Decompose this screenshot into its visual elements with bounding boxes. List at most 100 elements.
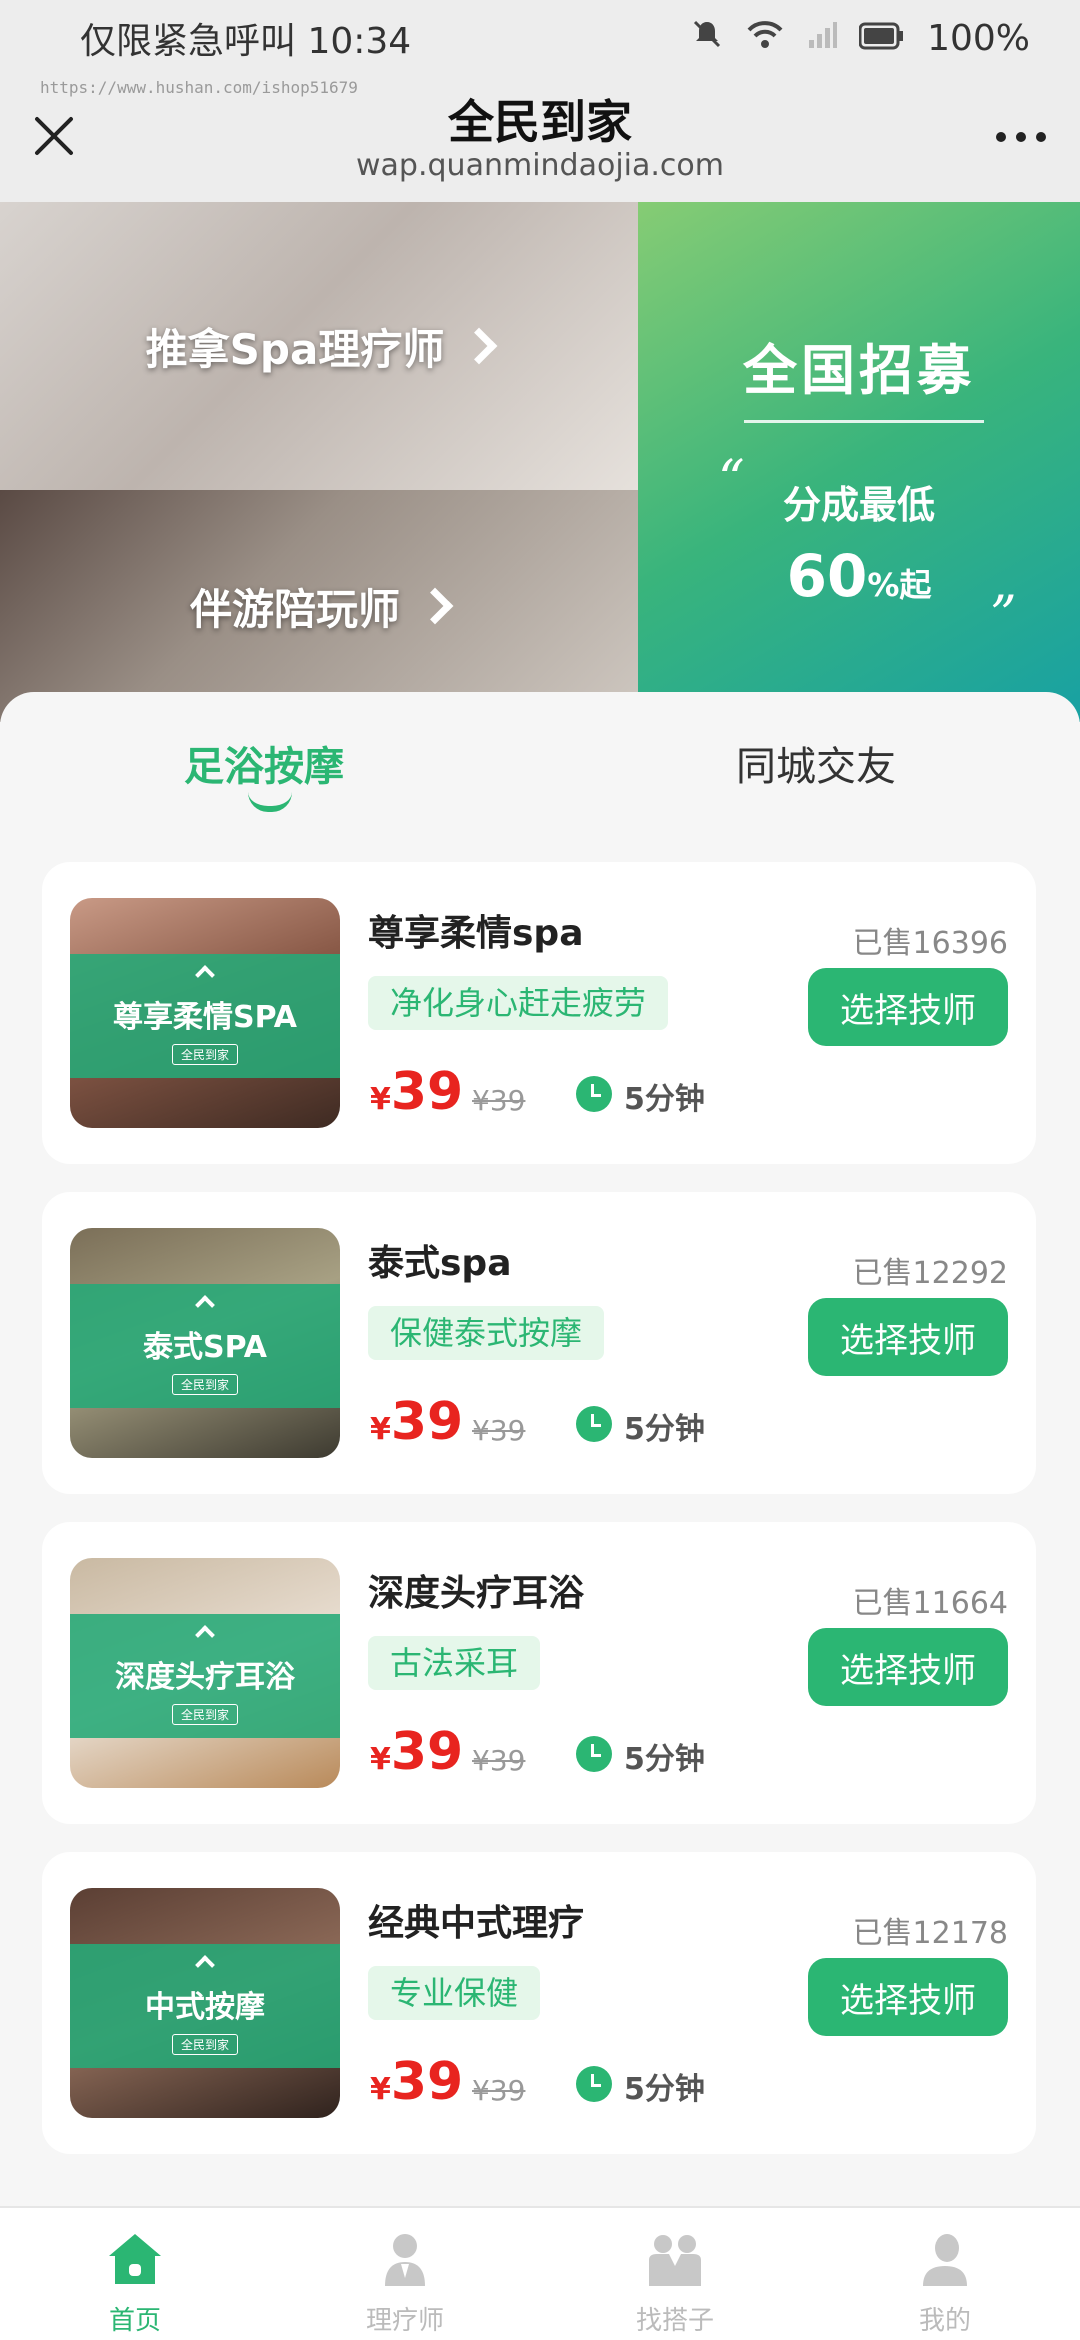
service-name: 尊享柔情spa — [368, 913, 584, 954]
page-title: 全民到家 — [448, 95, 632, 149]
recruit-divider — [744, 420, 984, 423]
service-thumbnail[interactable]: 中式按摩 全民到家 — [70, 1888, 340, 2118]
bottom-tab-bar: 首页 理疗师 找搭子 我的 — [0, 2206, 1080, 2340]
original-price: ¥39 — [472, 1084, 526, 1117]
chevron-right-icon — [416, 587, 454, 625]
battery-percent: 100% — [927, 17, 1030, 59]
tab-city-friends[interactable]: 同城交友 — [736, 734, 896, 792]
therapist-icon — [385, 2234, 425, 2286]
page-url: wap.quanmindaojia.com — [356, 148, 724, 183]
tab-foot-massage[interactable]: 足浴按摩 — [184, 734, 344, 792]
service-duration: 5分钟 — [624, 2072, 705, 2107]
tabbar-profile-label: 我的 — [918, 2306, 971, 2336]
sold-count: 已售16396 — [852, 926, 1008, 961]
tabbar-therapist[interactable]: 理疗师 — [270, 2208, 540, 2340]
banner: 推拿Spa理疗师 伴游陪玩师 全国招募 “ 分成最低 60%起 ” — [0, 202, 1080, 722]
status-bar: 仅限紧急呼叫 10:34 100% — [0, 0, 1080, 76]
thumbnail-title: 泰式SPA — [142, 1329, 268, 1365]
service-tag: 专业保健 — [368, 1966, 541, 2020]
profile-icon — [923, 2234, 967, 2286]
price-value: 39 — [390, 1062, 464, 1122]
service-duration: 5分钟 — [624, 1412, 705, 1447]
service-name: 深度头疗耳浴 — [368, 1573, 585, 1614]
service-duration: 5分钟 — [624, 1082, 705, 1117]
thumbnail-overlay: 深度头疗耳浴全民到家 — [70, 1614, 340, 1738]
banner-companion-label: 伴游陪玩师 — [189, 584, 400, 634]
service-duration: 5分钟 — [624, 1742, 705, 1777]
select-therapist-button[interactable]: 选择技师 — [808, 1628, 1008, 1706]
service-price: ¥39 — [370, 2052, 463, 2112]
sold-count: 已售11664 — [852, 1586, 1008, 1621]
clock-icon — [576, 2066, 612, 2102]
service-card[interactable]: 中式按摩 全民到家 经典中式理疗 已售12178 专业保健 ¥39 ¥39 5分钟 选择技师 — [42, 1852, 1036, 2154]
close-quote-icon: ” — [990, 586, 1017, 646]
currency-symbol: ¥ — [370, 1082, 391, 1117]
select-therapist-button[interactable]: 选择技师 — [808, 968, 1008, 1046]
service-thumbnail[interactable]: 泰式SPA 全民到家 — [70, 1228, 340, 1458]
select-therapist-button[interactable]: 选择技师 — [808, 1958, 1008, 2036]
thumbnail-brand-tag: 全民到家 — [171, 1043, 238, 1065]
service-card[interactable]: 深度头疗耳浴 全民到家 深度头疗耳浴 已售11664 古法采耳 ¥39 ¥39 5分钟 选择技师 — [42, 1522, 1036, 1824]
service-thumbnail[interactable]: 尊享柔情SPA 全民到家 — [70, 898, 340, 1128]
tabbar-partner[interactable]: 找搭子 — [540, 2208, 810, 2340]
thumbnail-title: 尊享柔情SPA — [112, 999, 298, 1035]
banner-companion[interactable]: 伴游陪玩师 — [0, 490, 638, 722]
title-bar: https://www.hushan.com/ishop51679 全民到家 w… — [0, 76, 1080, 202]
price-value: 39 — [390, 1392, 464, 1452]
service-sheet: 足浴按摩 同城交友 尊享柔情SPA 全民到家 尊享柔情spa 已售16396 净化身心赶… — [0, 692, 1080, 2212]
thumbnail-title: 中式按摩 — [145, 1989, 265, 2025]
thumbnail-brand-tag: 全民到家 — [171, 1373, 238, 1395]
recruit-subtitle: 分成最低 — [782, 483, 935, 527]
signal-icon — [807, 18, 838, 59]
thumbnail-title: 深度头疗耳浴 — [115, 1659, 295, 1695]
service-tag: 古法采耳 — [368, 1636, 541, 1690]
service-tag: 净化身心赶走疲劳 — [368, 976, 669, 1030]
tabbar-therapist-label: 理疗师 — [365, 2306, 444, 2336]
caret-up-icon — [195, 1624, 215, 1645]
thumbnail-overlay: 中式按摩 全民到家 — [70, 1944, 340, 2068]
tabbar-home[interactable]: 首页 — [0, 2208, 270, 2340]
select-therapist-button[interactable]: 选择技师 — [808, 1298, 1008, 1376]
service-card[interactable]: 泰式SPA 全民到家 泰式spa 已售12292 保健泰式按摩 ¥39 ¥39 5分钟 选择技师 — [42, 1192, 1036, 1494]
service-name: 泰式spa — [368, 1243, 512, 1284]
chevron-right-icon — [460, 327, 498, 365]
banner-recruit[interactable]: 全国招募 “ 分成最低 60%起 ” — [638, 202, 1080, 722]
service-card[interactable]: 尊享柔情SPA 全民到家 尊享柔情spa 已售16396 净化身心赶走疲劳 ¥39 ¥39 5… — [42, 862, 1036, 1164]
clock-icon — [576, 1406, 612, 1442]
caret-up-icon — [195, 964, 215, 985]
thumbnail-brand-tag: 全民到家 — [171, 2033, 238, 2055]
status-text: 仅限紧急呼叫 10:34 — [80, 21, 412, 62]
thumbnail-brand-tag: 全民到家 — [171, 1703, 238, 1725]
clock-icon — [576, 1076, 612, 1112]
service-name: 经典中式理疗 — [368, 1903, 585, 1944]
currency-symbol: ¥ — [370, 1412, 391, 1447]
partner-icon — [649, 2235, 701, 2286]
service-price: ¥39 — [370, 1062, 463, 1122]
caret-up-icon — [195, 1954, 215, 1975]
bell-muted-icon — [691, 18, 723, 59]
original-price: ¥39 — [472, 1744, 526, 1777]
service-price: ¥39 — [370, 1392, 463, 1452]
service-price: ¥39 — [370, 1722, 463, 1782]
original-price: ¥39 — [472, 1414, 526, 1447]
tabbar-profile[interactable]: 我的 — [810, 2208, 1080, 2340]
tab-active-indicator — [248, 792, 292, 812]
banner-spa-therapist[interactable]: 推拿Spa理疗师 — [0, 202, 638, 490]
home-icon — [109, 2234, 161, 2284]
service-thumbnail[interactable]: 深度头疗耳浴全民到家 — [70, 1558, 340, 1788]
sold-count: 已售12292 — [852, 1256, 1008, 1291]
recruit-title: 全国招募 — [743, 339, 975, 402]
more-icon[interactable] — [996, 132, 1046, 142]
currency-symbol: ¥ — [370, 1742, 391, 1777]
banner-spa-label: 推拿Spa理疗师 — [145, 324, 445, 374]
category-tabs: 足浴按摩 同城交友 — [0, 692, 1080, 842]
battery-icon — [858, 18, 905, 59]
price-value: 39 — [390, 2052, 464, 2112]
sold-count: 已售12178 — [852, 1916, 1008, 1951]
thumbnail-overlay: 尊享柔情SPA 全民到家 — [70, 954, 340, 1078]
caret-up-icon — [195, 1294, 215, 1315]
tabbar-home-label: 首页 — [108, 2306, 161, 2336]
currency-symbol: ¥ — [370, 2072, 391, 2107]
wifi-icon — [745, 18, 785, 59]
service-tag: 保健泰式按摩 — [368, 1306, 605, 1360]
